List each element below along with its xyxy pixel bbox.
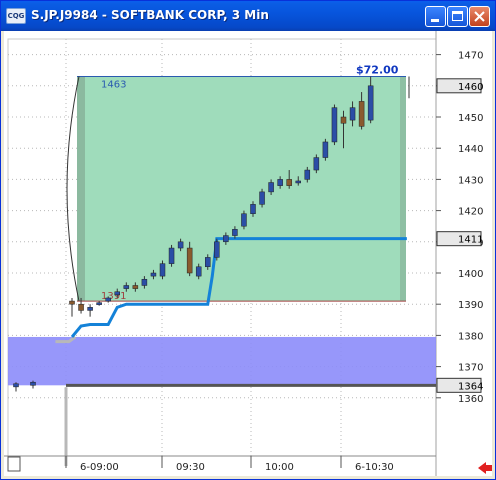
title-bar[interactable]: CQG S.JP.J9984 - SOFTBANK CORP, 3 Min [1, 1, 495, 31]
candle [367, 85, 374, 121]
candle [114, 291, 120, 296]
candle [331, 107, 338, 143]
range-box-shadow-right [400, 76, 406, 302]
candle [295, 180, 301, 184]
price-tick-label: 1420 [458, 207, 483, 218]
scroll-box[interactable] [7, 456, 21, 472]
price-tick-label: 1450 [458, 113, 483, 124]
maximize-button[interactable] [447, 6, 468, 27]
candle [69, 300, 75, 305]
time-tick-label: 6-10:30 [355, 462, 394, 473]
range-high-label: 1463 [101, 79, 126, 90]
cqg-app-icon[interactable]: CQG [6, 8, 26, 24]
range-value-label: $72.00 [356, 63, 399, 76]
price-tick-label: 1430 [458, 175, 483, 186]
candle [87, 307, 93, 311]
price-tick-label: 1470 [458, 51, 483, 62]
candle [123, 285, 130, 289]
candle [214, 241, 220, 258]
candle [223, 235, 229, 243]
range-low-label: 1391 [101, 291, 126, 302]
candle [349, 107, 356, 121]
price-axis-panel[interactable] [436, 31, 492, 476]
candle [141, 278, 148, 286]
candle [105, 297, 111, 302]
candle [195, 266, 202, 277]
time-tick-label: 6-09:00 [80, 462, 119, 473]
close-icon [474, 11, 485, 22]
candle [259, 191, 265, 205]
close-button[interactable] [469, 6, 490, 27]
candle [78, 303, 84, 311]
price-tick-label: 1440 [458, 144, 483, 155]
candle [96, 302, 102, 305]
candle [277, 179, 283, 186]
chart-area[interactable]: 1470146014501440143014201410140013901380… [4, 31, 492, 476]
price-chart[interactable]: 1470146014501440143014201410140013901380… [4, 31, 492, 476]
candle [30, 381, 36, 386]
range-box-shadow-left [77, 76, 85, 302]
candle [358, 101, 365, 127]
candle [313, 157, 320, 171]
minimize-icon [431, 19, 439, 22]
candle [286, 179, 292, 186]
candle [304, 169, 311, 180]
price-tick-label: 1380 [458, 331, 483, 342]
candle [205, 257, 211, 268]
minimize-button[interactable] [425, 6, 446, 27]
candle [168, 247, 175, 264]
candle [186, 247, 193, 274]
chart-window: CQG S.JP.J9984 - SOFTBANK CORP, 3 Min 14… [0, 0, 496, 480]
price-tick-label: 1400 [458, 269, 483, 280]
candle [13, 383, 19, 388]
time-tick-label: 10:00 [265, 462, 294, 473]
candle [322, 141, 329, 158]
candle [159, 263, 166, 277]
candle [132, 285, 139, 289]
candle [241, 213, 247, 227]
lower-marker: 1364 [458, 381, 483, 392]
window-title: S.JP.J9984 - SOFTBANK CORP, 3 Min [31, 8, 269, 22]
blue-line-marker: 1411 [458, 235, 483, 246]
candle [232, 229, 238, 236]
time-tick-label: 09:30 [176, 462, 205, 473]
candle [340, 116, 347, 124]
lower-band [8, 336, 436, 386]
range-box[interactable] [77, 76, 406, 302]
last-price-marker: 1460 [458, 82, 483, 93]
candle [150, 272, 157, 277]
price-tick-label: 1360 [458, 394, 483, 405]
candle [268, 182, 274, 193]
price-tick-label: 1370 [458, 363, 483, 374]
candle [250, 204, 256, 214]
candle [177, 241, 184, 249]
price-tick-label: 1390 [458, 300, 483, 311]
maximize-icon [452, 11, 463, 21]
